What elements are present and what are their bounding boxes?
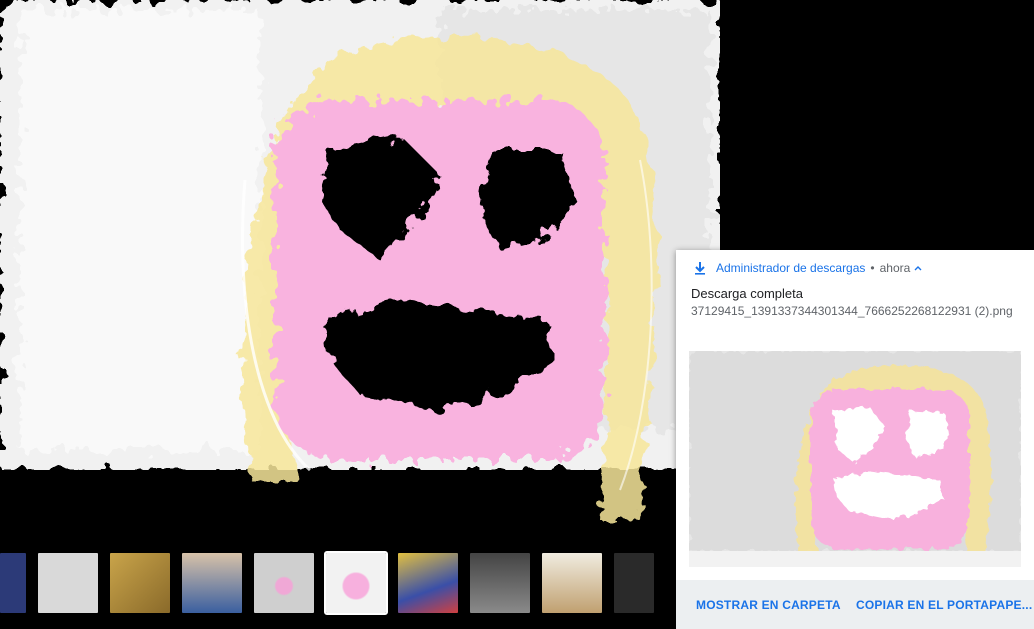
notification-actions: MOSTRAR EN CARPETA COPIAR EN EL PORTAPAP… <box>676 580 1034 629</box>
show-in-folder-button[interactable]: MOSTRAR EN CARPETA <box>696 598 841 612</box>
thumbnail-2[interactable] <box>38 553 98 613</box>
thumbnail-7[interactable] <box>398 553 458 613</box>
filmstrip <box>0 551 676 615</box>
notification-separator: • <box>870 261 875 275</box>
thumbnail-6-selected[interactable] <box>324 551 388 615</box>
thumbnail-4[interactable] <box>182 553 242 613</box>
notification-title: Descarga completa <box>691 286 803 301</box>
chevron-up-icon[interactable] <box>914 264 922 272</box>
notification-filename: 37129415_1391337344301344_76662522681229… <box>691 304 1013 318</box>
notification-app-name: Administrador de descargas <box>716 261 866 275</box>
download-notification[interactable]: Administrador de descargas • ahora Desca… <box>676 250 1034 629</box>
thumbnail-3[interactable] <box>110 553 170 613</box>
copy-to-clipboard-button[interactable]: COPIAR EN EL PORTAPAPE... <box>856 598 1032 612</box>
notification-time: ahora <box>879 261 911 275</box>
thumbnail-9[interactable] <box>542 553 602 613</box>
thumbnail-10[interactable] <box>614 553 654 613</box>
thumbnail-8[interactable] <box>470 553 530 613</box>
notification-header[interactable]: Administrador de descargas • ahora <box>693 261 922 275</box>
main-image[interactable] <box>0 0 720 540</box>
thumbnail-5[interactable] <box>254 553 314 613</box>
preview-drawing <box>689 351 1021 567</box>
image-viewer: Administrador de descargas • ahora Desca… <box>0 0 1034 629</box>
thumbnail-1[interactable] <box>0 553 26 613</box>
download-preview-image[interactable] <box>689 351 1021 567</box>
main-image-drawing <box>0 0 720 540</box>
download-icon <box>695 262 705 275</box>
